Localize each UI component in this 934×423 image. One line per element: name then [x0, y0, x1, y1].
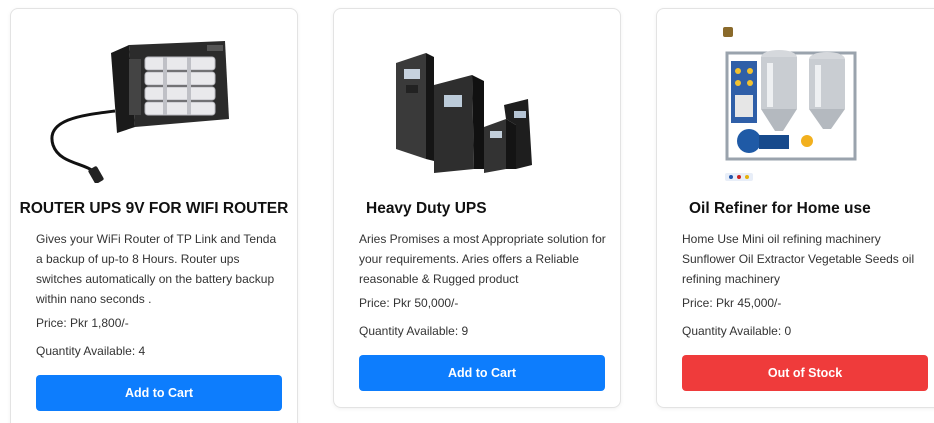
product-image [657, 23, 934, 183]
product-card: Oil Refiner for Home use Home Use Mini o… [656, 8, 934, 408]
add-to-cart-button[interactable]: Add to Cart [359, 355, 605, 391]
out-of-stock-button[interactable]: Out of Stock [682, 355, 928, 391]
product-quantity: Quantity Available: 4 [36, 344, 146, 358]
product-image [11, 23, 297, 184]
product-quantity: Quantity Available: 0 [682, 324, 792, 338]
product-description: Aries Promises a most Appropriate soluti… [359, 232, 606, 286]
oil-refiner-machine-icon [723, 27, 857, 181]
product-quantity: Quantity Available: 9 [359, 324, 469, 338]
product-title: Oil Refiner for Home use [689, 200, 871, 217]
product-description: Home Use Mini oil refining machinery Sun… [682, 232, 915, 286]
ups-towers-icon [396, 53, 532, 173]
product-title: Heavy Duty UPS [366, 200, 487, 217]
product-card: Heavy Duty UPS Aries Promises a most App… [333, 8, 621, 408]
product-card: ROUTER UPS 9V FOR WIFI ROUTER Gives your… [10, 8, 298, 423]
product-price: Price: Pkr 50,000/- [359, 296, 459, 310]
product-price: Price: Pkr 45,000/- [682, 296, 782, 310]
product-title: ROUTER UPS 9V FOR WIFI ROUTER [19, 200, 289, 217]
router-ups-battery-icon [50, 41, 229, 184]
add-to-cart-button[interactable]: Add to Cart [36, 375, 282, 411]
product-price: Price: Pkr 1,800/- [36, 316, 129, 330]
product-image [334, 23, 620, 183]
product-description: Gives your WiFi Router of TP Link and Te… [36, 232, 277, 306]
